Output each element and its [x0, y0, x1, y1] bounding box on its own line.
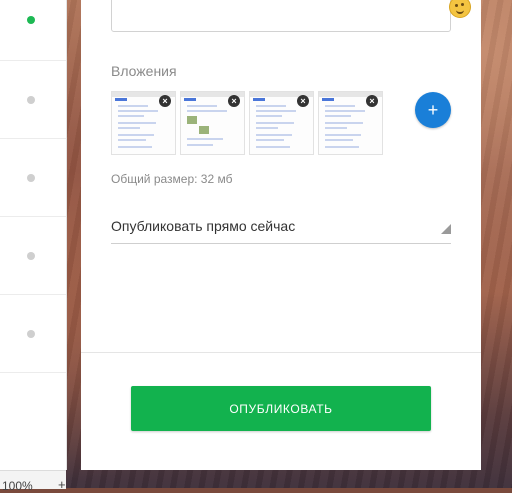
attachments-label: Вложения [111, 63, 177, 79]
post-dialog: Вложения × × × × + Общий размер: 32 мб О… [81, 0, 481, 470]
publish-time-select[interactable]: Опубликовать прямо сейчас [111, 212, 451, 244]
status-dot [27, 252, 35, 260]
attachment-thumbnail[interactable]: × [249, 91, 314, 155]
publish-time-value: Опубликовать прямо сейчас [111, 218, 296, 234]
triangle-dropdown-icon [441, 224, 451, 234]
list-item[interactable] [0, 0, 66, 61]
status-dot [27, 330, 35, 338]
close-circle-icon[interactable]: × [366, 95, 378, 107]
message-input[interactable] [111, 0, 471, 32]
status-dot [27, 174, 35, 182]
list-item[interactable] [0, 139, 66, 217]
close-circle-icon[interactable]: × [159, 95, 171, 107]
zoom-level: 100% [2, 479, 33, 493]
publish-button[interactable]: ОПУБЛИКОВАТЬ [131, 386, 431, 431]
add-attachment-button[interactable]: + [415, 92, 451, 128]
divider [81, 352, 481, 353]
attachment-thumbnail[interactable]: × [318, 91, 383, 155]
status-dot [27, 96, 35, 104]
list-item[interactable] [0, 61, 66, 139]
attachment-thumbnail[interactable]: × [180, 91, 245, 155]
total-size-label: Общий размер: 32 мб [111, 172, 233, 186]
wink-emoji-icon[interactable] [449, 0, 471, 18]
zoom-in-button[interactable]: + [58, 477, 66, 492]
close-circle-icon[interactable]: × [228, 95, 240, 107]
close-circle-icon[interactable]: × [297, 95, 309, 107]
list-item[interactable] [0, 217, 66, 295]
online-status-dot [27, 16, 35, 24]
list-item[interactable] [0, 295, 66, 373]
status-bar: 100% + [0, 470, 66, 493]
conversation-list [0, 0, 67, 470]
attachment-thumbnail[interactable]: × [111, 91, 176, 155]
